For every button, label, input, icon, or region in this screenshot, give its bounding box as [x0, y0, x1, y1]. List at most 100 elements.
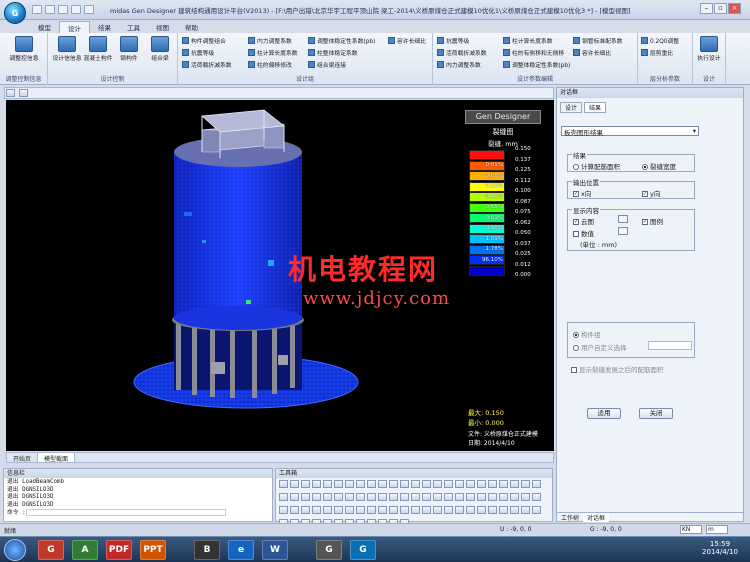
taskbar-app[interactable]: A — [72, 540, 98, 560]
start-button[interactable] — [4, 539, 26, 561]
param-stability[interactable]: 调整体稳定性系数(pb) — [503, 60, 570, 69]
checkbox-contour[interactable]: ✓ 云图 — [573, 216, 594, 226]
element-icon[interactable] — [323, 493, 332, 501]
force-unit-select[interactable]: KN — [680, 525, 702, 534]
fit-icon[interactable] — [455, 506, 464, 514]
column-sway[interactable]: 柱的偏移修改 — [248, 60, 292, 69]
snap-icon[interactable] — [345, 480, 354, 488]
shear-weight-ratio[interactable]: 层剪重比 — [641, 48, 673, 57]
radio-area[interactable]: 计算配筋面积 — [573, 161, 620, 171]
zoom-icon[interactable] — [400, 480, 409, 488]
rotate-icon[interactable] — [378, 493, 387, 501]
length-unit-select[interactable]: m — [706, 525, 728, 534]
taskbar-app[interactable]: PPT — [140, 540, 166, 560]
view-home-icon[interactable] — [6, 89, 15, 97]
select-icon[interactable] — [389, 480, 398, 488]
design-info-button[interactable]: 设计信信息 — [52, 36, 82, 62]
param-column-length[interactable]: 柱计算长度系数 — [503, 36, 553, 45]
zoom-icon[interactable] — [532, 506, 541, 514]
grid-icon[interactable] — [400, 493, 409, 501]
app-menu-button[interactable]: G — [4, 2, 26, 24]
param-sway[interactable]: 柱的有侧移和无侧移 — [503, 48, 564, 57]
measure-icon[interactable] — [400, 506, 409, 514]
internal-force-coeff[interactable]: 内力调整系数 — [248, 36, 292, 45]
taskbar-app[interactable]: e — [228, 540, 254, 560]
grid-icon[interactable] — [510, 493, 519, 501]
pan-icon[interactable] — [411, 480, 420, 488]
zoom-icon[interactable] — [356, 493, 365, 501]
tab-result[interactable]: 结果 — [584, 102, 607, 113]
apply-button[interactable]: 适用 — [587, 408, 621, 419]
node-icon[interactable] — [488, 506, 497, 514]
seismic-grade[interactable]: 抗震等级 — [182, 48, 214, 57]
node-icon[interactable] — [378, 506, 387, 514]
snap-icon[interactable] — [301, 493, 310, 501]
user-select-input[interactable] — [648, 341, 692, 350]
column-stability-coeff[interactable]: 柱整体稳定系数 — [308, 48, 358, 57]
element-icon[interactable] — [279, 506, 288, 514]
composite-beam-button[interactable]: 组合梁 — [145, 36, 175, 62]
new-icon[interactable] — [32, 5, 42, 14]
live-load-reduction[interactable]: 活荷载折减系数 — [182, 60, 232, 69]
fit-icon[interactable] — [433, 480, 442, 488]
grid-icon[interactable] — [444, 480, 453, 488]
select-icon[interactable] — [411, 506, 420, 514]
node-icon[interactable] — [532, 493, 541, 501]
tab-5[interactable]: 帮助 — [177, 21, 206, 33]
pan-icon[interactable] — [367, 493, 376, 501]
view-doc-icon[interactable] — [19, 89, 29, 97]
rotate-icon[interactable] — [334, 506, 343, 514]
steel-member-button[interactable]: 钢构件 — [114, 36, 144, 62]
result-type-select[interactable]: 板壳图形结果 ▾ — [561, 126, 699, 137]
taskbar-app[interactable]: W — [262, 540, 288, 560]
tab-model-view[interactable]: 模型截面 — [38, 453, 76, 463]
select-icon[interactable] — [521, 506, 530, 514]
param-steel-tube[interactable]: 钢管标准配系数 — [573, 36, 623, 45]
measure-icon[interactable] — [488, 480, 497, 488]
rotate-icon[interactable] — [312, 480, 321, 488]
tab-work-tree[interactable]: 工作树 — [557, 513, 583, 522]
snap-icon[interactable] — [367, 506, 376, 514]
run-design-button[interactable]: 执行设计 — [694, 36, 724, 62]
element-icon[interactable] — [477, 480, 486, 488]
zoom-icon[interactable] — [290, 480, 299, 488]
pan-icon[interactable] — [477, 493, 486, 501]
select-icon[interactable] — [279, 480, 288, 488]
element-icon[interactable] — [389, 506, 398, 514]
fit-icon[interactable] — [499, 493, 508, 501]
tab-3[interactable]: 工具 — [119, 21, 148, 33]
grid-icon[interactable] — [334, 480, 343, 488]
measure-icon[interactable] — [290, 506, 299, 514]
member-adjust-combo[interactable]: 构件调整组合 — [182, 36, 226, 45]
contour-options-button[interactable] — [618, 215, 628, 223]
grid-icon[interactable] — [466, 506, 475, 514]
select-icon[interactable] — [455, 493, 464, 501]
command-input[interactable] — [25, 509, 226, 516]
rotate-icon[interactable] — [422, 480, 431, 488]
taskbar-app[interactable]: G — [350, 540, 376, 560]
pan-icon[interactable] — [323, 506, 332, 514]
close-button[interactable]: × — [728, 3, 741, 14]
pan-icon[interactable] — [433, 506, 442, 514]
snap-icon[interactable] — [411, 493, 420, 501]
node-icon[interactable] — [356, 480, 365, 488]
checkbox-y[interactable]: ✓ y向 — [642, 188, 660, 198]
zoom-icon[interactable] — [422, 506, 431, 514]
checkbox-x[interactable]: ✓ x向 — [573, 188, 591, 198]
fit-icon[interactable] — [345, 506, 354, 514]
element-icon[interactable] — [433, 493, 442, 501]
radio-crack[interactable]: 裂缝宽度 — [642, 161, 676, 171]
node-icon[interactable] — [466, 480, 475, 488]
q0-adjust[interactable]: 0.2Q0调整 — [641, 36, 679, 45]
param-slenderness[interactable]: 容许长细比 — [573, 48, 611, 57]
checkbox-show-note[interactable]: 显示裂缝发展之后的配筋面积 — [571, 364, 664, 374]
rotate-icon[interactable] — [444, 506, 453, 514]
pan-icon[interactable] — [301, 480, 310, 488]
radio-component[interactable]: 构件组 — [573, 329, 601, 339]
undo-icon[interactable] — [71, 5, 81, 14]
snap-icon[interactable] — [521, 493, 530, 501]
composite-beam-connection[interactable]: 组合梁连接 — [308, 60, 346, 69]
zoom-icon[interactable] — [466, 493, 475, 501]
node-icon[interactable] — [312, 493, 321, 501]
minimize-button[interactable]: – — [700, 3, 713, 14]
